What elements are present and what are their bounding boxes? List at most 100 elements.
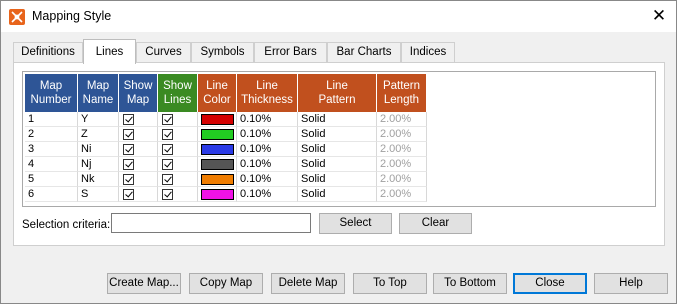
mapping-grid: Map Number Map Name Show Map Show Lines Line… bbox=[22, 71, 656, 207]
column-header-map-name[interactable]: Map Name bbox=[78, 74, 119, 112]
line-thickness-cell[interactable]: 0.10% bbox=[237, 112, 298, 127]
tab-definitions[interactable]: Definitions bbox=[13, 42, 83, 63]
show-map-checkbox[interactable] bbox=[123, 174, 134, 185]
line-color-cell[interactable] bbox=[198, 112, 237, 127]
show-lines-checkbox[interactable] bbox=[162, 189, 173, 200]
map-name-cell[interactable]: Y bbox=[78, 112, 119, 127]
show-lines-checkbox[interactable] bbox=[162, 129, 173, 140]
map-number-cell[interactable]: 1 bbox=[25, 112, 78, 127]
line-color-cell[interactable] bbox=[198, 157, 237, 172]
line-pattern-cell[interactable]: Solid bbox=[298, 112, 377, 127]
show-map-checkbox[interactable] bbox=[123, 189, 134, 200]
tab-curves[interactable]: Curves bbox=[136, 42, 191, 63]
close-button[interactable]: Close bbox=[513, 273, 587, 294]
column-header-line-pattern[interactable]: Line Pattern bbox=[298, 74, 377, 112]
column-header-show-lines[interactable]: Show Lines bbox=[158, 74, 198, 112]
map-name-cell[interactable]: Nj bbox=[78, 157, 119, 172]
pattern-length-cell[interactable]: 2.00% bbox=[377, 157, 427, 172]
show-map-checkbox[interactable] bbox=[123, 129, 134, 140]
table-row[interactable]: 4 Nj 0.10% Solid 2.00% bbox=[25, 157, 427, 172]
map-name-cell[interactable]: S bbox=[78, 187, 119, 202]
column-header-line-color[interactable]: Line Color bbox=[198, 74, 237, 112]
map-name-cell[interactable]: Nk bbox=[78, 172, 119, 187]
selection-criteria-input[interactable] bbox=[111, 213, 311, 233]
show-lines-cell[interactable] bbox=[158, 127, 198, 142]
show-lines-cell[interactable] bbox=[158, 187, 198, 202]
line-color-cell[interactable] bbox=[198, 187, 237, 202]
show-map-cell[interactable] bbox=[119, 112, 158, 127]
pattern-length-cell[interactable]: 2.00% bbox=[377, 187, 427, 202]
clear-button[interactable]: Clear bbox=[399, 213, 472, 234]
color-swatch[interactable] bbox=[201, 159, 234, 170]
show-map-checkbox[interactable] bbox=[123, 159, 134, 170]
show-lines-checkbox[interactable] bbox=[162, 174, 173, 185]
table-row[interactable]: 1 Y 0.10% Solid 2.00% bbox=[25, 112, 427, 127]
map-number-cell[interactable]: 2 bbox=[25, 127, 78, 142]
to-top-button[interactable]: To Top bbox=[353, 273, 427, 294]
select-button[interactable]: Select bbox=[319, 213, 392, 234]
show-lines-cell[interactable] bbox=[158, 157, 198, 172]
pattern-length-cell[interactable]: 2.00% bbox=[377, 112, 427, 127]
column-header-show-map[interactable]: Show Map bbox=[119, 74, 158, 112]
show-map-cell[interactable] bbox=[119, 157, 158, 172]
line-thickness-cell[interactable]: 0.10% bbox=[237, 127, 298, 142]
pattern-length-cell[interactable]: 2.00% bbox=[377, 172, 427, 187]
tab-indices[interactable]: Indices bbox=[401, 42, 455, 63]
line-color-cell[interactable] bbox=[198, 127, 237, 142]
map-name-cell[interactable]: Z bbox=[78, 127, 119, 142]
line-pattern-cell[interactable]: Solid bbox=[298, 127, 377, 142]
table-row[interactable]: 3 Ni 0.10% Solid 2.00% bbox=[25, 142, 427, 157]
show-map-cell[interactable] bbox=[119, 127, 158, 142]
map-number-cell[interactable]: 4 bbox=[25, 157, 78, 172]
copy-map-button[interactable]: Copy Map bbox=[189, 273, 263, 294]
show-map-checkbox[interactable] bbox=[123, 144, 134, 155]
color-swatch[interactable] bbox=[201, 144, 234, 155]
show-lines-cell[interactable] bbox=[158, 172, 198, 187]
to-bottom-button[interactable]: To Bottom bbox=[433, 273, 507, 294]
show-lines-cell[interactable] bbox=[158, 112, 198, 127]
line-pattern-cell[interactable]: Solid bbox=[298, 187, 377, 202]
map-name-cell[interactable]: Ni bbox=[78, 142, 119, 157]
column-header-line-thickness[interactable]: Line Thickness bbox=[237, 74, 298, 112]
line-pattern-cell[interactable]: Solid bbox=[298, 142, 377, 157]
line-color-cell[interactable] bbox=[198, 142, 237, 157]
tab-bar-charts[interactable]: Bar Charts bbox=[327, 42, 401, 63]
show-map-cell[interactable] bbox=[119, 142, 158, 157]
pattern-length-cell[interactable]: 2.00% bbox=[377, 127, 427, 142]
selection-criteria-label: Selection criteria: bbox=[22, 219, 111, 231]
pattern-length-cell[interactable]: 2.00% bbox=[377, 142, 427, 157]
tab-lines[interactable]: Lines bbox=[83, 39, 136, 64]
table-row[interactable]: 5 Nk 0.10% Solid 2.00% bbox=[25, 172, 427, 187]
show-map-cell[interactable] bbox=[119, 172, 158, 187]
map-number-cell[interactable]: 6 bbox=[25, 187, 78, 202]
map-number-cell[interactable]: 5 bbox=[25, 172, 78, 187]
table-row[interactable]: 6 S 0.10% Solid 2.00% bbox=[25, 187, 427, 202]
line-thickness-cell[interactable]: 0.10% bbox=[237, 172, 298, 187]
line-thickness-cell[interactable]: 0.10% bbox=[237, 187, 298, 202]
show-lines-checkbox[interactable] bbox=[162, 159, 173, 170]
line-pattern-cell[interactable]: Solid bbox=[298, 157, 377, 172]
show-map-cell[interactable] bbox=[119, 187, 158, 202]
color-swatch[interactable] bbox=[201, 114, 234, 125]
help-button[interactable]: Help bbox=[594, 273, 668, 294]
show-lines-checkbox[interactable] bbox=[162, 114, 173, 125]
column-header-pattern-length[interactable]: Pattern Length bbox=[377, 74, 427, 112]
show-lines-checkbox[interactable] bbox=[162, 144, 173, 155]
show-lines-cell[interactable] bbox=[158, 142, 198, 157]
tab-symbols[interactable]: Symbols bbox=[191, 42, 254, 63]
line-pattern-cell[interactable]: Solid bbox=[298, 172, 377, 187]
map-number-cell[interactable]: 3 bbox=[25, 142, 78, 157]
color-swatch[interactable] bbox=[201, 189, 234, 200]
column-header-map-number[interactable]: Map Number bbox=[25, 74, 78, 112]
tab-error-bars[interactable]: Error Bars bbox=[254, 42, 327, 63]
create-map-button[interactable]: Create Map... bbox=[107, 273, 181, 294]
color-swatch[interactable] bbox=[201, 129, 234, 140]
color-swatch[interactable] bbox=[201, 174, 234, 185]
table-row[interactable]: 2 Z 0.10% Solid 2.00% bbox=[25, 127, 427, 142]
close-icon[interactable]: ✕ bbox=[646, 4, 672, 28]
line-thickness-cell[interactable]: 0.10% bbox=[237, 142, 298, 157]
show-map-checkbox[interactable] bbox=[123, 114, 134, 125]
delete-map-button[interactable]: Delete Map bbox=[271, 273, 345, 294]
line-thickness-cell[interactable]: 0.10% bbox=[237, 157, 298, 172]
line-color-cell[interactable] bbox=[198, 172, 237, 187]
